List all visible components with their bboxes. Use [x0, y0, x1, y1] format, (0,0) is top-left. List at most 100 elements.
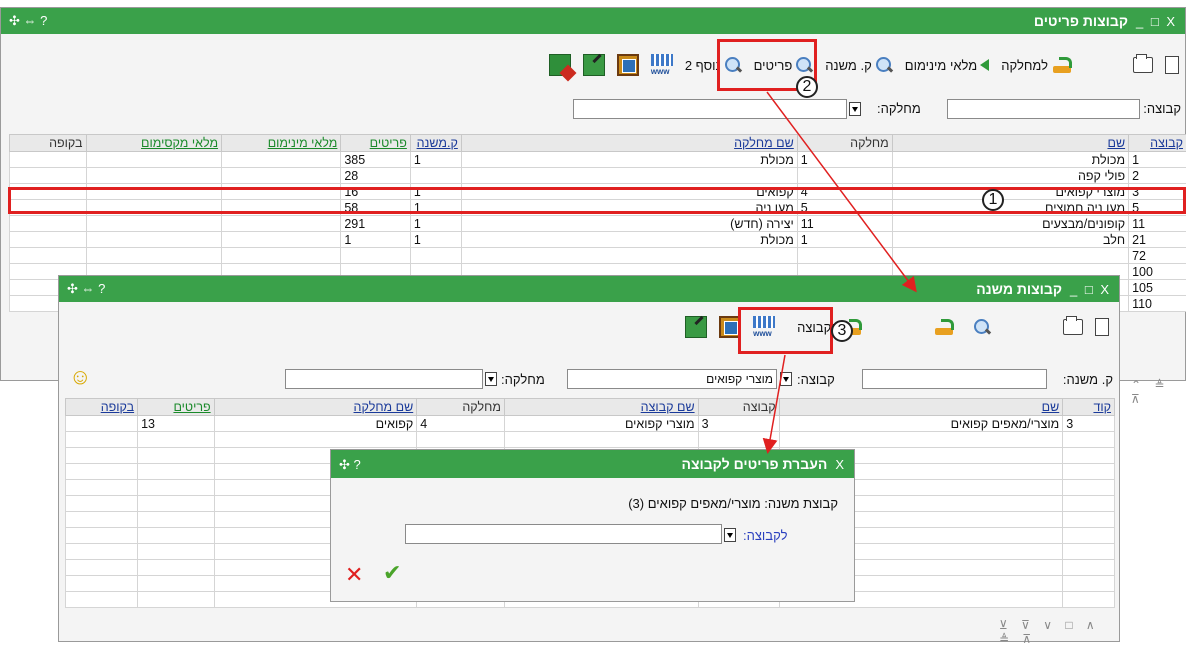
table-cell [1063, 528, 1115, 544]
excel-pencil-icon [583, 54, 605, 76]
col-header[interactable]: ק.משנה [410, 135, 461, 152]
table-cell [138, 496, 215, 512]
col-header[interactable]: קוד [1063, 399, 1115, 416]
col-header[interactable]: פריטים [138, 399, 215, 416]
col-header[interactable]: שם מחלקה [461, 135, 797, 152]
web-button[interactable] [651, 54, 673, 76]
picture-icon [617, 54, 639, 76]
group-filter-label: קבוצה: [797, 372, 835, 387]
dialog-group-input[interactable] [405, 524, 722, 544]
to-department-label: למחלקה [1001, 58, 1048, 73]
min-stock-button[interactable]: מלאי מינימום [905, 58, 989, 73]
dialog-group-dropdown-button[interactable] [724, 528, 736, 542]
table-cell [66, 432, 138, 448]
col-header[interactable]: שם [892, 135, 1128, 152]
table-cell [86, 232, 222, 248]
col-header[interactable]: קבוצה [698, 399, 779, 416]
excel-export-button[interactable] [549, 54, 571, 76]
titlebar-tools[interactable]: ? ⇔ ✣ [67, 281, 105, 297]
table-cell [222, 216, 341, 232]
table-cell [66, 480, 138, 496]
open-button[interactable] [1063, 319, 1083, 335]
table-cell [66, 528, 138, 544]
table-cell [10, 168, 87, 184]
table-cell [505, 432, 699, 448]
callout-badge-1: 1 [982, 189, 1004, 211]
table-cell: 72 [1129, 248, 1186, 264]
table-cell [10, 232, 87, 248]
col-header[interactable]: שם קבוצה [505, 399, 699, 416]
move-to-tray-icon [933, 318, 955, 336]
excel-edit-button[interactable] [583, 54, 605, 76]
ok-button[interactable]: ✔ [383, 560, 401, 586]
table-row[interactable]: 1מכולת1מכולת1385 [10, 152, 1186, 168]
department-dropdown-button[interactable] [849, 102, 861, 116]
col-header[interactable]: מלאי מינימום [222, 135, 341, 152]
dialog-title: העברת פריטים לקבוצה [682, 456, 828, 472]
col-header[interactable]: קבוצה [1129, 135, 1186, 152]
window-controls[interactable]: X □ _ [1136, 14, 1177, 29]
dialog-tools[interactable]: ? ✣ [339, 457, 361, 473]
table-cell: 1 [410, 152, 461, 168]
subgroup-button[interactable]: ק. משנה [825, 56, 892, 74]
group-dropdown-button[interactable] [780, 372, 792, 386]
table-cell [461, 168, 797, 184]
table-row[interactable]: 21חלב1מכולת11 [10, 232, 1186, 248]
table-row[interactable]: 2פולי קפה28 [10, 168, 1186, 184]
image-button[interactable] [617, 54, 639, 76]
table-cell: 385 [341, 152, 411, 168]
new-button[interactable] [1165, 56, 1179, 74]
table-cell [461, 248, 797, 264]
table-cell [10, 152, 87, 168]
table-cell [1063, 512, 1115, 528]
table-cell [66, 496, 138, 512]
table-cell [10, 248, 87, 264]
titlebar-tools[interactable]: ? ⇔ ✣ [9, 13, 47, 29]
col-header[interactable]: שם [779, 399, 1063, 416]
subgroup-filter-input[interactable] [862, 369, 1047, 389]
col-header[interactable]: מחלקה [417, 399, 505, 416]
col-header[interactable]: בקופה [66, 399, 138, 416]
col-header[interactable]: מחלקה [797, 135, 892, 152]
scroll-controls[interactable]: ⌃ ≜ ⊼ [1131, 378, 1185, 406]
table-cell [1063, 592, 1115, 608]
group-filter-input[interactable]: מוצרי קפואים [567, 369, 777, 389]
group-filter-input[interactable] [947, 99, 1140, 119]
col-header[interactable]: פריטים [341, 135, 411, 152]
department-filter-label: מחלקה: [877, 101, 921, 116]
col-header[interactable]: מלאי מקסימום [86, 135, 222, 152]
table-row[interactable]: 11קופונים/מבצעים11יצירה (חדש)1291 [10, 216, 1186, 232]
col-header[interactable]: בקופה [10, 135, 87, 152]
cancel-button[interactable]: ✕ [345, 562, 363, 588]
department-filter-input[interactable] [573, 99, 847, 119]
table-cell [86, 248, 222, 264]
col-header[interactable]: שם מחלקה [214, 399, 417, 416]
min-stock-label: מלאי מינימום [905, 58, 977, 73]
move-items-dialog: X העברת פריטים לקבוצה ? ✣ קבוצת משנה: מו… [330, 449, 855, 602]
department-filter-input[interactable] [285, 369, 483, 389]
table-cell: מכולת [461, 232, 797, 248]
smiley-icon: ☺ [69, 364, 91, 390]
dialog-close-button[interactable]: X [835, 457, 846, 472]
excel-edit-button[interactable] [685, 316, 707, 338]
open-button[interactable] [1133, 57, 1153, 73]
table-cell: יצירה (חדש) [461, 216, 797, 232]
to-department-button[interactable]: למחלקה [1001, 56, 1073, 74]
table-cell [1063, 560, 1115, 576]
table-cell [222, 248, 341, 264]
play-left-icon [980, 59, 989, 71]
move-button[interactable] [933, 318, 955, 336]
table-cell [138, 512, 215, 528]
table-cell [417, 432, 505, 448]
department-dropdown-button[interactable] [485, 372, 497, 386]
search-button[interactable] [973, 318, 991, 336]
table-cell [779, 432, 1063, 448]
table-cell: קופונים/מבצעים [892, 216, 1128, 232]
window-controls[interactable]: X □ _ [1070, 282, 1111, 297]
table-header-row: קבוצה שם מחלקה שם מחלקה ק.משנה פריטים מל… [10, 135, 1186, 152]
table-cell [797, 168, 892, 184]
new-button[interactable] [1095, 318, 1109, 336]
table-row[interactable]: 72 [10, 248, 1186, 264]
table-row[interactable]: 3מוצרי/מאפים קפואים3מוצרי קפואים4קפואים1… [66, 416, 1115, 432]
window-title: קבוצות משנה [976, 281, 1062, 297]
